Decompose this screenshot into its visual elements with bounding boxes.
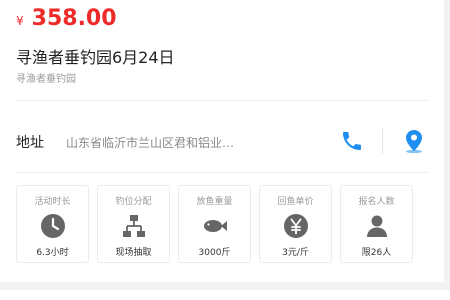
vertical-divider [382,128,383,154]
stat-value: 现场抽取 [115,248,152,258]
divider [16,100,428,101]
address-text[interactable]: 山东省临沂市兰山区君和铝业… [66,134,234,151]
yen-coin-icon [283,214,308,238]
address-label: 地址 [16,135,44,151]
stat-seat-allocation: 钓位分配 现场抽取 [97,185,170,263]
fish-icon [203,220,227,232]
stat-fish-weight: 放鱼重量 3000斤 [178,185,251,263]
event-title: 寻渔者垂钓园6月24日 [16,48,175,67]
stat-signup-count: 报名人数 限26人 [340,185,413,263]
location-icon[interactable] [402,128,426,154]
price-amount: 358.00 [31,6,117,31]
divider [16,172,428,173]
stat-label: 钓位分配 [115,197,152,207]
phone-icon[interactable] [340,129,364,153]
price-currency: ¥ [16,14,24,28]
clock-icon [40,214,65,238]
venue-name: 寻渔者垂钓园 [16,74,76,85]
stat-buyback-price: 回鱼单价 3元/斤 [259,185,332,263]
person-icon [366,215,387,237]
stat-duration: 活动时长 6.3小时 [16,185,89,263]
stat-label: 回鱼单价 [277,197,314,207]
event-detail-card: ¥ 358.00 寻渔者垂钓园6月24日 寻渔者垂钓园 地址 山东省临沂市兰山区… [0,0,444,282]
event-stats: 活动时长 6.3小时 钓位分配 现场抽取 放鱼重量 3000斤 回鱼单价 3元/… [16,185,413,263]
stat-value: 3000斤 [198,248,231,258]
stat-label: 活动时长 [34,197,71,207]
org-chart-icon [122,215,145,237]
stat-value: 限26人 [361,248,392,258]
next-section-edge [0,290,450,300]
stat-label: 报名人数 [358,197,395,207]
stat-value: 6.3小时 [36,248,69,258]
stat-value: 3元/斤 [282,248,309,258]
stat-label: 放鱼重量 [196,197,233,207]
price: ¥ 358.00 [16,6,117,31]
